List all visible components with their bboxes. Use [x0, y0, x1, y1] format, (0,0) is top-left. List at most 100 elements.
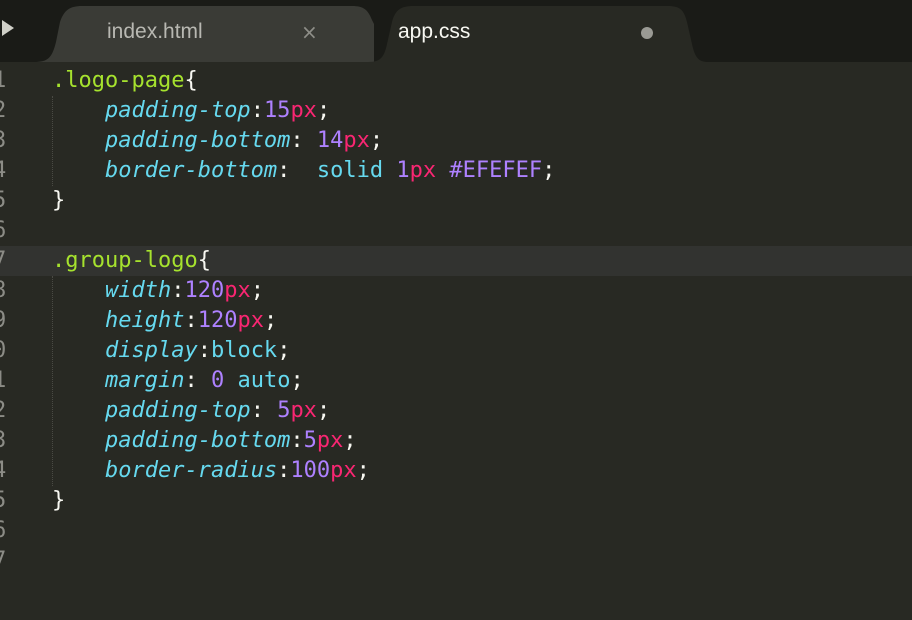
code-token: padding-bottom — [104, 128, 291, 153]
code-text: width:120px; — [52, 276, 264, 306]
code-text: .group-logo{ — [52, 246, 211, 276]
code-token: 15 — [263, 98, 291, 123]
code-token: { — [184, 68, 198, 93]
tab-label: app.css — [398, 20, 471, 43]
line-number: 6 — [0, 516, 13, 546]
code-token: padding-bottom — [104, 428, 291, 453]
line-number: 3 — [0, 426, 13, 456]
line-number: 2 — [0, 96, 13, 126]
code-token: ; — [263, 308, 278, 333]
code-token: block — [210, 338, 278, 363]
code-line[interactable]: 7 .group-logo{ — [0, 246, 912, 276]
code-token: px — [224, 278, 251, 303]
code-line[interactable]: 2 padding-top: 5px; — [0, 396, 912, 426]
code-line[interactable]: 5} — [0, 486, 912, 516]
code-line[interactable]: 4 border-radius:100px; — [0, 456, 912, 486]
code-token: : — [250, 98, 264, 123]
code-token: ; — [277, 338, 291, 363]
code-line[interactable]: 4 border-bottom: solid 1px #EFEFEF; — [0, 156, 912, 186]
line-number: 0 — [0, 336, 13, 366]
code-line[interactable]: 7 — [0, 546, 912, 576]
code-line[interactable]: 5} — [0, 186, 912, 216]
code-text: padding-bottom:5px; — [52, 426, 357, 456]
code-line[interactable]: 9 height:120px; — [0, 306, 912, 336]
code-token: .logo-page — [52, 68, 185, 93]
code-line[interactable]: 6 — [0, 216, 912, 246]
code-token: : — [277, 158, 317, 183]
code-token: solid — [316, 158, 384, 183]
tab-bar: index.html × app.css — [0, 0, 912, 62]
code-line[interactable]: 3 padding-bottom:5px; — [0, 426, 912, 456]
code-text: display:block; — [52, 336, 290, 366]
code-token: width — [104, 278, 172, 303]
code-token: auto — [237, 368, 291, 393]
code-token: ; — [343, 428, 357, 453]
code-text: border-bottom: solid 1px #EFEFEF; — [52, 156, 555, 186]
code-token: #EFEFEF — [449, 158, 543, 183]
code-token: ; — [356, 458, 370, 483]
code-line[interactable]: 8 width:120px; — [0, 276, 912, 306]
tab-app-css[interactable]: app.css — [368, 6, 708, 62]
code-token: 0 — [210, 368, 225, 393]
code-text: padding-top:15px; — [52, 96, 330, 126]
code-line[interactable]: 0 display:block; — [0, 336, 912, 366]
close-tab-icon[interactable]: × — [301, 20, 318, 44]
code-token: : — [277, 458, 291, 483]
code-token: : — [290, 428, 304, 453]
code-token: padding-top — [104, 98, 251, 123]
code-token: ; — [542, 158, 556, 183]
code-token: : — [290, 128, 317, 153]
code-token: : — [171, 278, 185, 303]
code-line[interactable]: 6 — [0, 516, 912, 546]
code-text: .logo-page{ — [52, 66, 198, 96]
code-token: ; — [316, 98, 331, 123]
code-line[interactable]: 1 .logo-page{ — [0, 66, 912, 96]
code-line[interactable]: 1 margin: 0 auto; — [0, 366, 912, 396]
code-token: border-bottom — [104, 158, 278, 183]
code-token: px — [290, 398, 317, 423]
line-number: 7 — [0, 546, 13, 576]
line-number: 1 — [0, 366, 13, 396]
code-token: : — [250, 398, 278, 423]
tab-label: index.html — [107, 20, 203, 43]
code-line[interactable]: 3 padding-bottom: 14px; — [0, 126, 912, 156]
code-token: px — [237, 308, 264, 333]
code-token: 14 — [316, 128, 344, 153]
code-token: 120 — [184, 278, 225, 303]
code-token: 5 — [277, 398, 291, 423]
code-token: { — [197, 248, 211, 273]
code-token: px — [343, 128, 370, 153]
tab-background — [34, 6, 374, 62]
code-editor[interactable]: 1.logo-page{2 padding-top:15px;3 padding… — [0, 62, 912, 620]
line-number: 1 — [0, 66, 13, 96]
play-arrow-icon[interactable] — [2, 20, 14, 36]
code-text: margin: 0 auto; — [52, 366, 304, 396]
code-token: ; — [316, 398, 331, 423]
code-token: 5 — [303, 428, 317, 453]
line-number: 7 — [0, 246, 13, 276]
tab-index-html[interactable]: index.html × — [34, 6, 374, 62]
line-number: 8 — [0, 276, 13, 306]
code-token: px — [316, 428, 344, 453]
code-line[interactable]: 2 padding-top:15px; — [0, 96, 912, 126]
code-text: } — [52, 186, 65, 216]
code-token: px — [290, 98, 317, 123]
code-text: } — [52, 486, 65, 516]
code-token: px — [409, 158, 437, 183]
code-token: : — [184, 308, 198, 333]
unsaved-dot-icon[interactable] — [641, 27, 653, 39]
code-token: 1 — [396, 158, 410, 183]
code-token: height — [104, 308, 185, 333]
code-text: padding-top: 5px; — [52, 396, 330, 426]
code-token: padding-top — [104, 398, 251, 423]
